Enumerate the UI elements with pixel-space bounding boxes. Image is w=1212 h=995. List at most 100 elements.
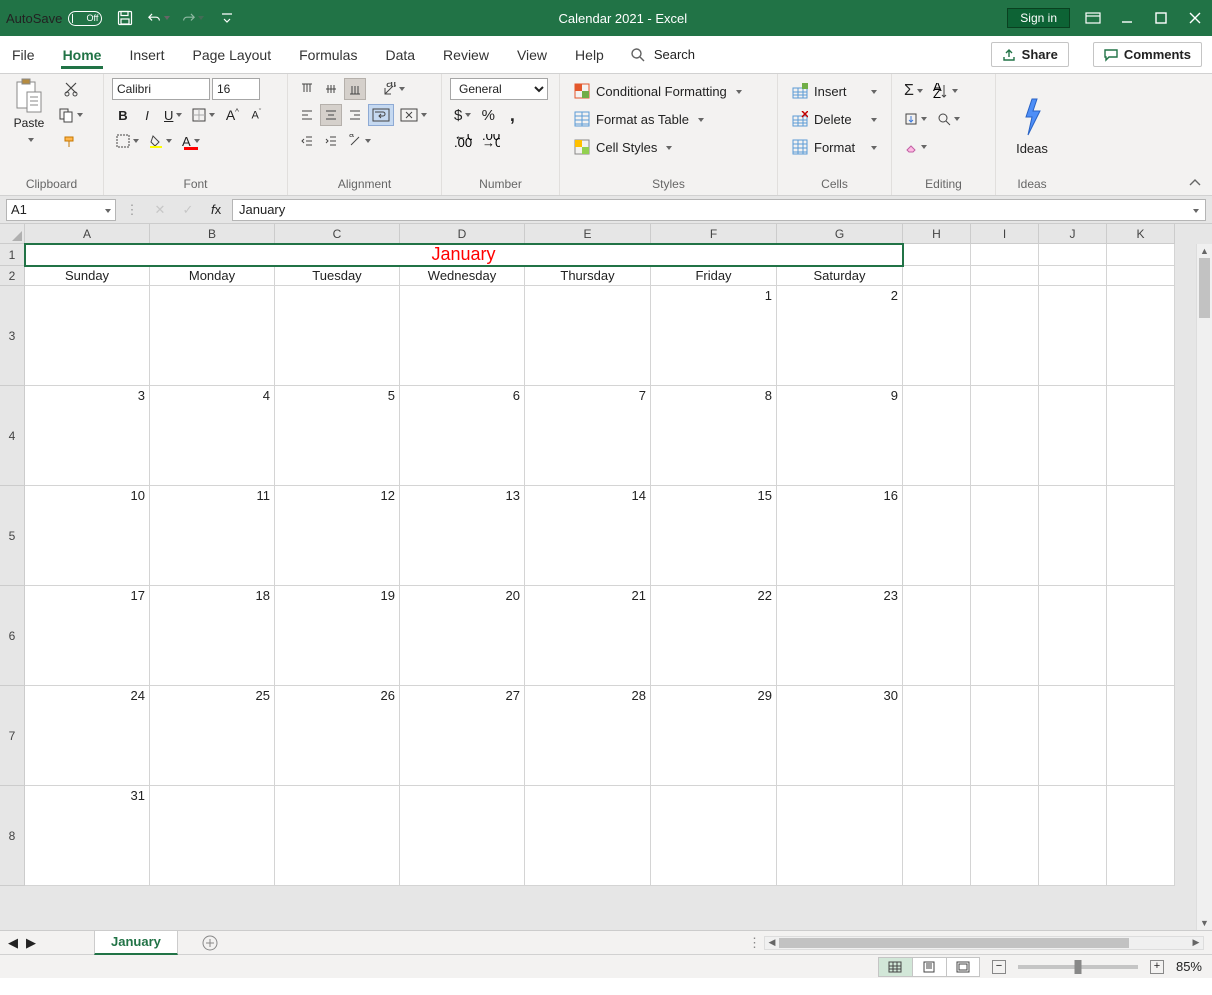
date-cell[interactable]: 5 (275, 386, 400, 486)
select-all-corner[interactable] (0, 224, 25, 244)
cell[interactable] (1107, 686, 1175, 786)
zoom-slider[interactable] (1018, 965, 1138, 969)
date-cell[interactable]: 17 (25, 586, 150, 686)
date-cell[interactable]: 11 (150, 486, 275, 586)
row-header[interactable]: 6 (0, 586, 25, 686)
copy-icon[interactable] (54, 104, 87, 126)
sheet-nav-prev-icon[interactable]: ◀ (8, 935, 18, 951)
date-cell[interactable] (150, 286, 275, 386)
cell[interactable] (903, 586, 971, 686)
col-header[interactable]: A (25, 224, 150, 244)
col-header[interactable]: K (1107, 224, 1175, 244)
bold-button[interactable]: B (112, 104, 134, 126)
date-cell[interactable]: 21 (525, 586, 651, 686)
date-cell[interactable]: 18 (150, 586, 275, 686)
tab-home[interactable]: Home (61, 41, 104, 69)
borders-menu-icon[interactable] (112, 130, 143, 152)
percent-icon[interactable]: % (477, 104, 499, 126)
col-header[interactable]: F (651, 224, 777, 244)
cell[interactable] (903, 386, 971, 486)
row-header[interactable]: 8 (0, 786, 25, 886)
col-header[interactable]: E (525, 224, 651, 244)
date-cell[interactable]: 23 (777, 586, 903, 686)
col-header[interactable]: B (150, 224, 275, 244)
zoom-in-button[interactable]: + (1150, 960, 1164, 974)
decrease-decimal-icon[interactable]: .00→0 (478, 130, 504, 152)
date-cell[interactable]: 15 (651, 486, 777, 586)
col-header[interactable]: C (275, 224, 400, 244)
cell[interactable] (971, 286, 1039, 386)
sort-filter-icon[interactable]: AZ (929, 80, 962, 102)
date-cell[interactable]: 9 (777, 386, 903, 486)
cell[interactable] (1039, 786, 1107, 886)
day-header-cell[interactable]: Tuesday (275, 266, 400, 286)
date-cell[interactable]: 20 (400, 586, 525, 686)
paste-button[interactable]: Paste (8, 78, 50, 175)
row-header[interactable]: 3 (0, 286, 25, 386)
autosave-toggle[interactable]: AutoSave Off (6, 11, 102, 26)
cell[interactable] (903, 286, 971, 386)
name-box-split-icon[interactable]: ⋮ (120, 199, 144, 221)
fill-icon[interactable] (900, 108, 931, 130)
name-box[interactable]: A1 (6, 199, 116, 221)
minimize-icon[interactable] (1116, 7, 1138, 29)
date-cell[interactable]: 28 (525, 686, 651, 786)
font-size-combo[interactable] (212, 78, 260, 100)
vertical-scrollbar[interactable]: ▲ ▼ (1196, 244, 1212, 930)
cell[interactable] (1107, 244, 1175, 266)
date-cell[interactable]: 31 (25, 786, 150, 886)
date-cell[interactable] (400, 786, 525, 886)
merge-center-button[interactable] (396, 104, 431, 126)
font-name-combo[interactable] (112, 78, 210, 100)
date-cell[interactable]: 27 (400, 686, 525, 786)
page-layout-view-icon[interactable] (912, 957, 946, 977)
cell[interactable] (1107, 386, 1175, 486)
decrease-indent-icon[interactable] (296, 130, 318, 152)
date-cell[interactable]: 19 (275, 586, 400, 686)
cell[interactable] (903, 266, 971, 286)
tab-file[interactable]: File (10, 41, 37, 69)
normal-view-icon[interactable] (878, 957, 912, 977)
cells-container[interactable]: JanuarySundayMondayTuesdayWednesdayThurs… (25, 244, 1175, 886)
wrap-text-button[interactable] (368, 104, 394, 126)
add-sheet-button[interactable] (198, 931, 222, 955)
cell[interactable] (1039, 386, 1107, 486)
date-cell[interactable]: 4 (150, 386, 275, 486)
maximize-icon[interactable] (1150, 7, 1172, 29)
date-cell[interactable]: 3 (25, 386, 150, 486)
cell[interactable] (1039, 486, 1107, 586)
date-cell[interactable]: 24 (25, 686, 150, 786)
row-header[interactable]: 5 (0, 486, 25, 586)
scroll-right-icon[interactable]: ▶ (1189, 937, 1203, 948)
sheet-split-icon[interactable]: ⋮ (748, 935, 756, 951)
shrink-font-icon[interactable]: Aˇ (245, 104, 267, 126)
scroll-left-icon[interactable]: ◀ (765, 937, 779, 948)
cell[interactable] (971, 266, 1039, 286)
date-cell[interactable]: 22 (651, 586, 777, 686)
comments-button[interactable]: Comments (1093, 42, 1202, 67)
sheet-nav-next-icon[interactable]: ▶ (26, 935, 36, 951)
date-cell[interactable]: 1 (651, 286, 777, 386)
clear-icon[interactable] (900, 136, 931, 158)
tab-formulas[interactable]: Formulas (297, 41, 359, 69)
increase-decimal-icon[interactable]: ←0.00 (450, 130, 476, 152)
row-header[interactable]: 7 (0, 686, 25, 786)
tab-data[interactable]: Data (383, 41, 417, 69)
date-cell[interactable] (777, 786, 903, 886)
underline-button[interactable]: U (160, 104, 186, 126)
cell[interactable] (903, 244, 971, 266)
date-cell[interactable] (275, 286, 400, 386)
find-select-icon[interactable] (933, 108, 964, 130)
ideas-button[interactable]: Ideas (1004, 78, 1060, 175)
date-cell[interactable]: 16 (777, 486, 903, 586)
date-cell[interactable] (400, 286, 525, 386)
hscroll-thumb[interactable] (779, 938, 1129, 948)
save-icon[interactable] (114, 7, 136, 29)
ribbon-display-icon[interactable] (1082, 7, 1104, 29)
orientation-icon[interactable]: ab (378, 78, 409, 100)
format-as-table-button[interactable]: Format as Table (568, 108, 769, 130)
horizontal-scrollbar[interactable]: ◀ ▶ (764, 936, 1204, 950)
delete-cells-button[interactable]: Delete (786, 108, 883, 130)
cell[interactable] (1107, 786, 1175, 886)
cell[interactable] (1107, 586, 1175, 686)
